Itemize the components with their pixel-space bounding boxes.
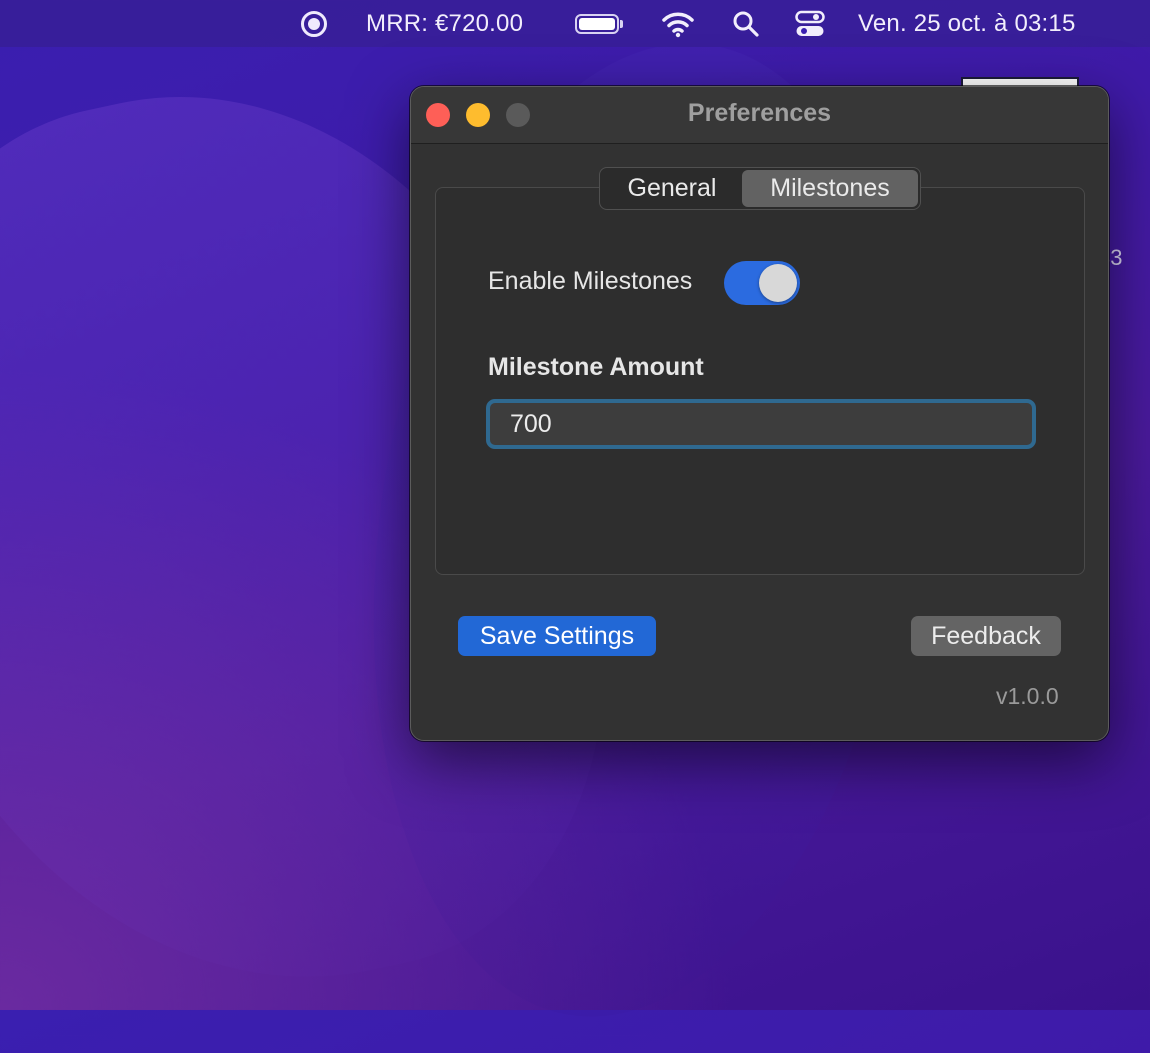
- record-icon[interactable]: [298, 0, 330, 47]
- feedback-button[interactable]: Feedback: [911, 616, 1061, 656]
- clock[interactable]: Ven. 25 oct. à 03:15: [858, 0, 1076, 47]
- version-label: v1.0.0: [996, 683, 1059, 709]
- preferences-window: Preferences General Milestones Enable Mi…: [410, 86, 1109, 741]
- wifi-icon[interactable]: [660, 0, 696, 47]
- menu-bar: MRR: €720.00 Ven. 25 oct. à 03:15: [0, 0, 1150, 47]
- mrr-status-item[interactable]: MRR: €720.00: [366, 0, 523, 47]
- milestone-amount-label: Milestone Amount: [488, 353, 704, 381]
- tab-control: General Milestones: [599, 167, 921, 210]
- window-title: Preferences: [687, 99, 832, 127]
- enable-milestones-toggle[interactable]: [724, 261, 800, 305]
- search-icon[interactable]: [732, 0, 760, 47]
- enable-milestones-label: Enable Milestones: [488, 267, 693, 295]
- milestone-amount-input[interactable]: [486, 399, 1036, 449]
- control-center-icon[interactable]: [795, 0, 825, 47]
- toggle-knob: [759, 264, 797, 302]
- title-bar[interactable]: Preferences: [411, 87, 1108, 144]
- tab-general[interactable]: General: [602, 170, 742, 207]
- save-settings-button[interactable]: Save Settings: [458, 616, 656, 656]
- battery-icon[interactable]: [575, 0, 623, 47]
- tab-milestones[interactable]: Milestones: [742, 170, 918, 207]
